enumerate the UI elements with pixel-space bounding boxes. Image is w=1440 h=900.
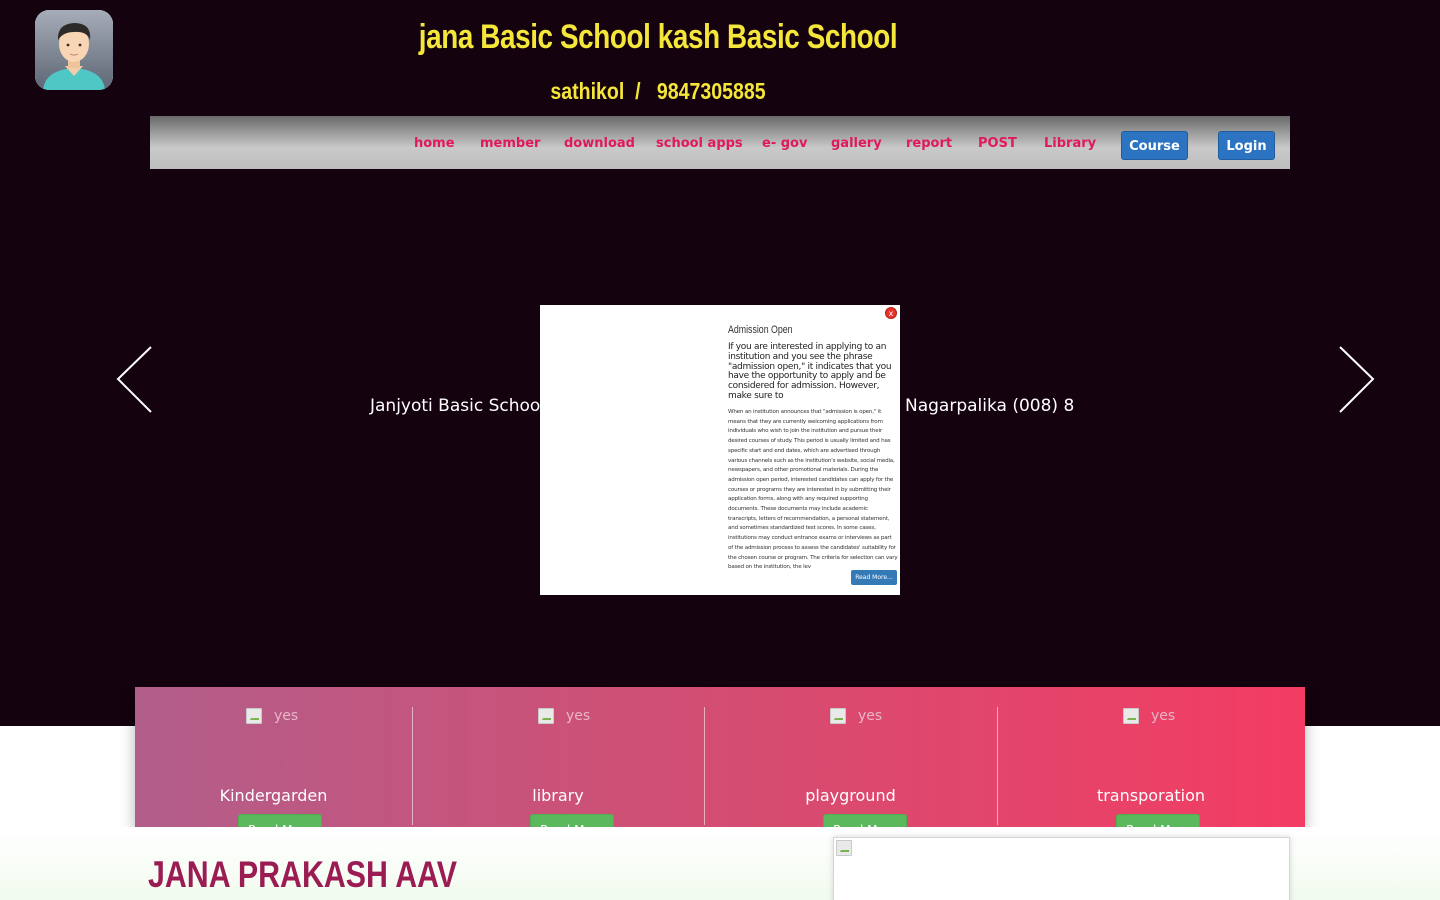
- broken-image-icon: [538, 708, 554, 724]
- popup-lead-text: If you are interested in applying to an …: [728, 342, 892, 401]
- broken-image-icon: [830, 708, 846, 724]
- features-band: yes Kindergarden Read More yes library R…: [135, 687, 1305, 845]
- feature-image-alt: yes: [1151, 708, 1176, 724]
- nav-link-gallery[interactable]: gallery: [831, 136, 882, 151]
- chevron-left-icon: [116, 346, 152, 413]
- about-title: JANA PRAKASH AAV: [148, 854, 458, 895]
- feature-image-alt: yes: [566, 708, 591, 724]
- feature-image: yes: [538, 708, 590, 724]
- about-image: [833, 837, 1290, 900]
- carousel-prev-button[interactable]: [115, 346, 155, 414]
- main-navbar: home member download school apps e- gov …: [150, 116, 1290, 169]
- popup-close-button[interactable]: x: [885, 307, 897, 319]
- nav-link-download[interactable]: download: [564, 136, 635, 151]
- broken-image-icon: [836, 840, 852, 856]
- feature-kindergarden: yes Kindergarden Read More: [135, 707, 412, 845]
- broken-image-icon: [1123, 708, 1139, 724]
- feature-transporation: yes transporation Read More: [997, 707, 1305, 845]
- carousel-next-button[interactable]: [1336, 346, 1376, 414]
- popup-read-more-button[interactable]: Read More...: [851, 570, 897, 585]
- feature-image-alt: yes: [858, 708, 883, 724]
- login-button[interactable]: Login: [1218, 131, 1275, 160]
- site-contact: sathikol / 9847305885: [550, 78, 766, 104]
- feature-image-alt: yes: [274, 708, 299, 724]
- carousel-caption-left: Janjyoti Basic Schoo: [370, 396, 541, 416]
- feature-image: yes: [830, 708, 882, 724]
- course-button[interactable]: Course: [1121, 131, 1188, 160]
- broken-image-icon: [246, 708, 262, 724]
- site-title: jana Basic School kash Basic School: [418, 18, 898, 56]
- feature-playground: yes playground Read More: [704, 707, 997, 845]
- feature-image: yes: [246, 708, 298, 724]
- popup-title: Admission Open: [728, 324, 793, 336]
- nav-link-home[interactable]: home: [414, 136, 455, 151]
- nav-link-post[interactable]: POST: [978, 136, 1017, 151]
- feature-image: yes: [1123, 708, 1175, 724]
- feature-title: playground: [805, 786, 896, 805]
- popup-body-text: When an institution announces that "admi…: [728, 409, 898, 571]
- feature-title: library: [532, 786, 584, 805]
- nav-link-school-apps[interactable]: school apps: [656, 136, 743, 151]
- nav-link-library[interactable]: Library: [1044, 136, 1096, 151]
- carousel-caption-right: Nagarpalika (008) 8: [905, 396, 1075, 416]
- chevron-right-icon: [1339, 346, 1375, 413]
- feature-library: yes library Read More: [412, 707, 704, 845]
- nav-link-member[interactable]: member: [480, 136, 540, 151]
- nav-link-e-gov[interactable]: e- gov: [762, 136, 807, 151]
- feature-title: transporation: [1096, 786, 1206, 805]
- nav-link-report[interactable]: report: [906, 136, 952, 151]
- feature-title: Kindergarden: [219, 786, 328, 805]
